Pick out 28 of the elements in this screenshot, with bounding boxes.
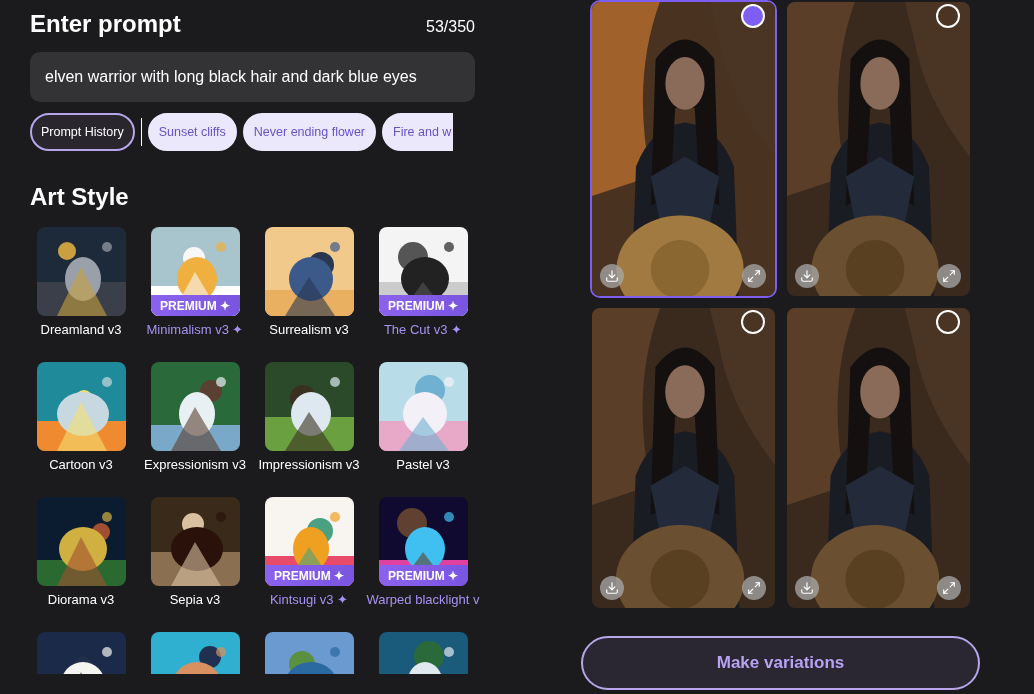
style-name: Minimalism v3 ✦ [146,322,244,337]
select-radio[interactable] [936,310,960,334]
prompt-field[interactable]: elven warrior with long black hair and dark blue eyes [30,52,475,102]
style-name: Warped blacklight v [366,592,480,607]
select-radio[interactable] [741,310,765,334]
section-title: Art Style [30,183,130,211]
style-name: Diorama v3 [47,592,115,607]
character-counter: 53/350 [426,18,475,36]
style-name: The Cut v3 ✦ [383,322,463,337]
premium-badge: PREMIUM ✦ [150,295,240,316]
premium-badge: PREMIUM ✦ [378,295,468,316]
premium-badge: PREMIUM ✦ [264,565,354,586]
make-variations-button[interactable]: Make variations [581,636,980,690]
style-name: Dreamland v3 [40,322,122,337]
prompt-history-button[interactable]: Prompt History [30,113,135,151]
style-name: Sepia v3 [169,592,221,607]
suggestion-chip[interactable]: Fire and w [382,113,454,151]
style-name: Pastel v3 [396,457,450,472]
style-name: Impressionism v3 [258,457,360,472]
select-radio[interactable] [936,4,960,28]
suggestion-chip[interactable]: Never ending flower [242,113,376,151]
style-name: Surrealism v3 [269,322,349,337]
premium-badge: PREMIUM ✦ [378,565,468,586]
style-name: Cartoon v3 [49,457,113,472]
style-name: Kintsugi v3 ✦ [269,592,349,607]
style-name: Expressionism v3 [144,457,246,472]
suggestion-chip[interactable]: Sunset cliffs [147,113,237,151]
section-title: Enter prompt [30,10,181,38]
